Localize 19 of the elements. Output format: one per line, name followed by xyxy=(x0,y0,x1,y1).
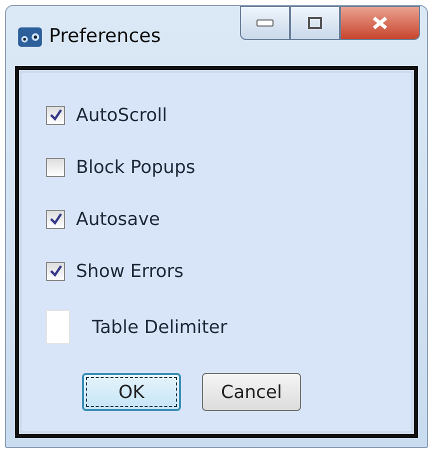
checkbox-label: AutoScroll xyxy=(76,104,168,126)
checkbox[interactable] xyxy=(46,210,65,228)
input-field[interactable] xyxy=(46,310,70,344)
checkbox-label: Autosave xyxy=(76,208,160,230)
ok-button[interactable]: OK xyxy=(82,373,181,411)
maximize-button[interactable] xyxy=(290,6,340,40)
checkbox[interactable] xyxy=(46,106,65,124)
cancel-button[interactable]: Cancel xyxy=(202,373,301,411)
minimize-icon xyxy=(256,19,274,27)
minimize-button[interactable] xyxy=(240,6,290,40)
checkbox-label: Show Errors xyxy=(76,260,184,282)
maximize-icon xyxy=(308,17,322,29)
checkbox[interactable] xyxy=(46,158,65,176)
close-button[interactable] xyxy=(340,6,420,40)
window-title: Preferences xyxy=(49,25,161,47)
checkbox-label: Block Popups xyxy=(76,156,196,178)
checkbox[interactable] xyxy=(46,262,65,280)
field-label: Table Delimiter xyxy=(92,316,228,338)
close-icon xyxy=(372,16,388,30)
